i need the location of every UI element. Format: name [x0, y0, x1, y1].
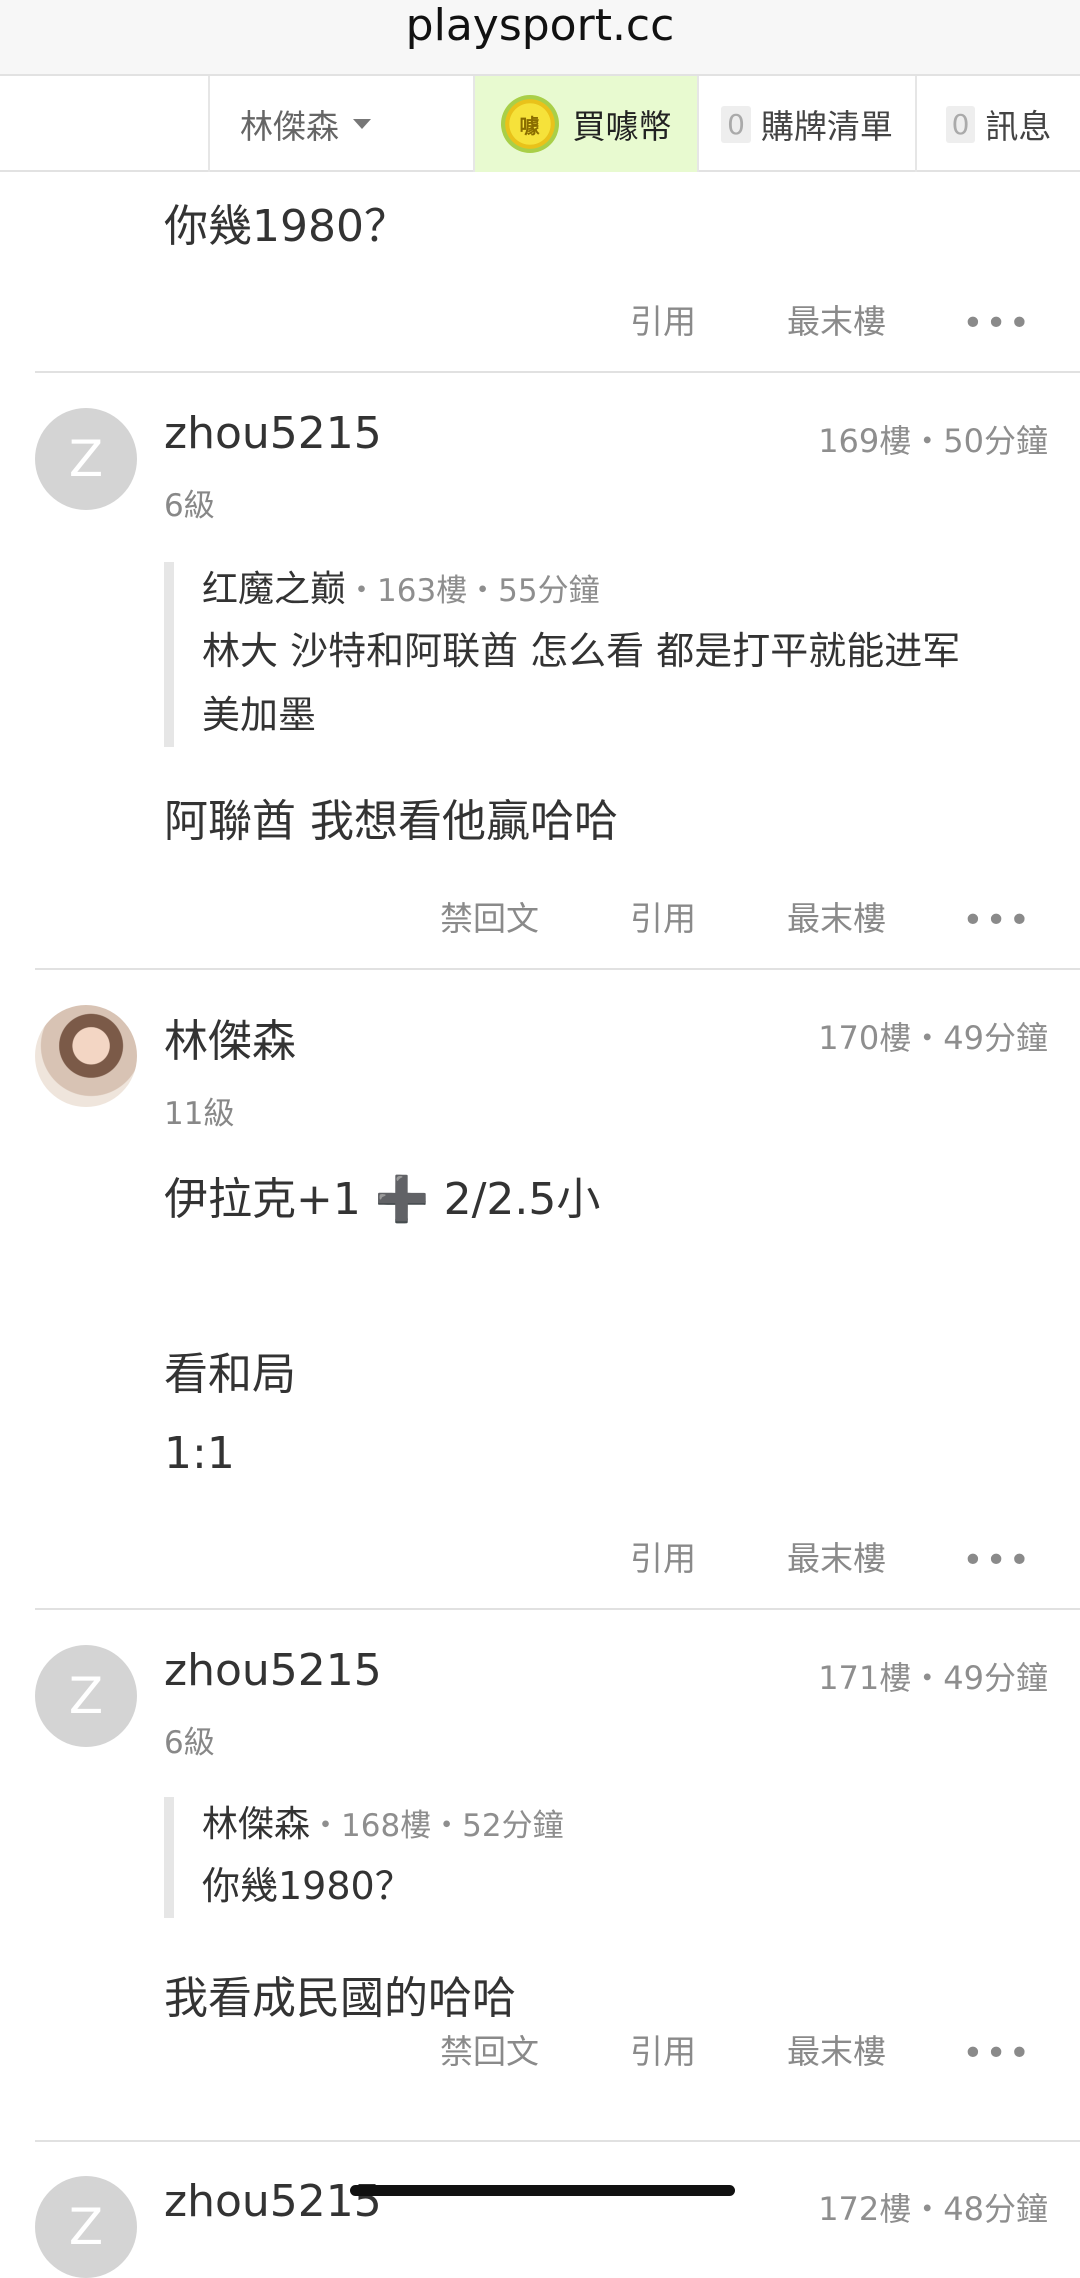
- post-content-line: 1:1: [164, 1428, 235, 1479]
- user-level: 11級: [164, 1096, 235, 1132]
- post-actions: 引用 最末樓 •••: [0, 1532, 1080, 1582]
- post-actions: 引用 最末樓 •••: [0, 295, 1080, 345]
- post-actions: 禁回文 引用 最末樓 •••: [0, 2025, 1080, 2075]
- top-nav: 林傑森 噱 買噱幣 0 購牌清單 0 訊息: [0, 74, 1080, 172]
- user-name: 林傑森: [240, 107, 339, 146]
- quote-header: 红魔之巅・163樓・55分鐘: [202, 562, 1044, 619]
- purchase-list-label: 購牌清單: [760, 107, 893, 146]
- username[interactable]: 林傑森: [164, 1005, 296, 1069]
- quote-button[interactable]: 引用: [630, 1532, 696, 1580]
- url-text: playsport.cc: [405, 0, 675, 51]
- ban-reply-button[interactable]: 禁回文: [440, 2025, 539, 2073]
- floor-time: 172樓・48分鐘: [818, 2190, 1048, 2228]
- quote-header: 林傑森・168樓・52分鐘: [202, 1797, 1044, 1854]
- url-bar[interactable]: playsport.cc: [0, 0, 1080, 74]
- buy-coin-label: 買噱幣: [572, 107, 672, 146]
- quote-meta: ・168樓・52分鐘: [310, 1808, 564, 1844]
- avatar-photo[interactable]: [35, 1005, 137, 1107]
- more-icon[interactable]: •••: [962, 900, 1032, 941]
- avatar[interactable]: Z: [35, 2176, 137, 2278]
- last-floor-button[interactable]: 最末樓: [787, 295, 886, 343]
- divider: [35, 968, 1080, 970]
- last-floor-button[interactable]: 最末樓: [787, 1532, 886, 1580]
- quote-button[interactable]: 引用: [630, 892, 696, 940]
- floor-time: 171樓・49分鐘: [818, 1659, 1048, 1697]
- quote-block: 林傑森・168樓・52分鐘 你幾1980？: [164, 1797, 1044, 1918]
- divider: [35, 1608, 1080, 1610]
- user-level: 6級: [164, 1725, 215, 1761]
- avatar[interactable]: Z: [35, 1645, 137, 1747]
- floor-time: 170樓・49分鐘: [818, 1019, 1048, 1057]
- divider: [35, 371, 1080, 373]
- last-floor-button[interactable]: 最末樓: [787, 2025, 886, 2073]
- purchase-list-count: 0: [721, 105, 751, 143]
- quote-button[interactable]: 引用: [630, 2025, 696, 2073]
- coin-icon: 噱: [500, 95, 559, 153]
- quote-author[interactable]: 红魔之巅: [202, 569, 346, 610]
- quote-meta: ・163樓・55分鐘: [346, 573, 600, 609]
- post-content: 我看成民國的哈哈: [164, 1973, 516, 2024]
- messages-label: 訊息: [985, 107, 1052, 146]
- username[interactable]: zhou5215: [164, 408, 382, 459]
- floor-time: 169樓・50分鐘: [818, 422, 1048, 460]
- messages-count: 0: [945, 105, 976, 143]
- quote-line: 你幾1980？: [202, 1864, 413, 1908]
- quote-line: 林大 沙特和阿联酋 怎么看 都是打平就能进军: [202, 629, 961, 673]
- divider: [35, 2140, 1080, 2142]
- caret-down-icon: [353, 119, 371, 129]
- post-content-line: 看和局: [164, 1349, 296, 1400]
- more-icon[interactable]: •••: [962, 303, 1032, 344]
- username[interactable]: zhou5215: [164, 2176, 382, 2227]
- last-floor-button[interactable]: 最末樓: [787, 892, 886, 940]
- post-content-line: 伊拉克+1 ➕ 2/2.5小: [164, 1174, 601, 1225]
- more-icon[interactable]: •••: [962, 1540, 1032, 1581]
- buy-coin-button[interactable]: 噱 買噱幣: [473, 76, 697, 172]
- home-indicator: [350, 2185, 735, 2196]
- quote-button[interactable]: 引用: [630, 295, 696, 343]
- purchase-list-button[interactable]: 0 購牌清單: [697, 76, 915, 172]
- username[interactable]: zhou5215: [164, 1645, 382, 1696]
- quote-line: 美加墨: [202, 693, 317, 737]
- ban-reply-button[interactable]: 禁回文: [440, 892, 539, 940]
- messages-button[interactable]: 0 訊息: [915, 76, 1080, 172]
- user-level: 6級: [164, 488, 215, 524]
- post-content: 你幾1980？: [164, 201, 408, 252]
- avatar[interactable]: Z: [35, 408, 137, 510]
- quote-block: 红魔之巅・163樓・55分鐘 林大 沙特和阿联酋 怎么看 都是打平就能进军 美加…: [164, 562, 1044, 747]
- post-content: 阿聯酋 我想看他贏哈哈: [164, 796, 618, 847]
- post-actions: 禁回文 引用 最末樓 •••: [0, 892, 1080, 942]
- quote-author[interactable]: 林傑森: [202, 1804, 310, 1845]
- more-icon[interactable]: •••: [962, 2033, 1032, 2074]
- user-menu[interactable]: 林傑森: [208, 76, 473, 172]
